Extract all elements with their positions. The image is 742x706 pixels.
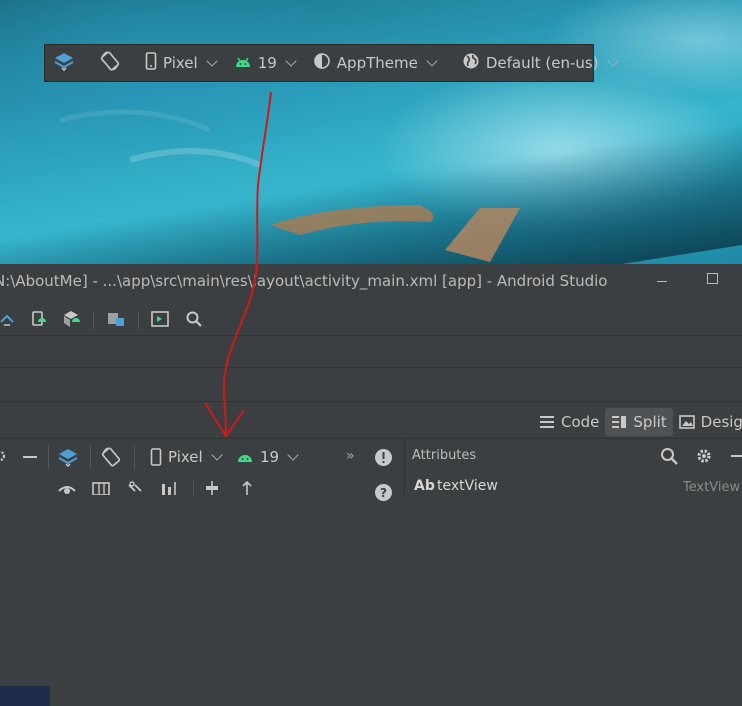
separator: [134, 445, 135, 469]
separator: [138, 311, 139, 329]
window-title: N:\AboutMe] - ...\app\src\main\res\layou…: [0, 272, 608, 290]
attributes-title: Attributes: [412, 448, 477, 463]
floating-design-toolbar: Pixel 19 AppTheme Default (en-us): [44, 44, 619, 82]
api-level-selector[interactable]: 19: [236, 439, 299, 475]
minimize-icon[interactable]: [657, 281, 667, 282]
component-class: TextView: [683, 480, 741, 495]
separator: [93, 311, 94, 329]
chevron-down-icon: [211, 449, 223, 461]
project-structure-icon[interactable]: [107, 310, 125, 328]
android-studio-window: N:\AboutMe] - ...\app\src\main\res\layou…: [0, 264, 742, 706]
device-selector[interactable]: Pixel: [137, 45, 226, 81]
chevron-down-icon: [287, 449, 299, 461]
chevron-down-icon: [285, 55, 297, 67]
separator: [193, 479, 194, 495]
rotate-icon: [99, 50, 121, 76]
sdk-manager-icon[interactable]: [62, 310, 80, 328]
maximize-icon[interactable]: [707, 273, 718, 284]
sync-project-icon[interactable]: [0, 310, 16, 328]
device-selector[interactable]: Pixel: [150, 439, 223, 475]
locale-selector[interactable]: Default (en-us): [454, 45, 627, 81]
component-type-badge: Ab: [414, 478, 435, 494]
gear-icon[interactable]: [0, 449, 8, 463]
layers-icon: [53, 51, 75, 75]
eye-icon[interactable]: [58, 483, 76, 495]
separator: [90, 445, 91, 469]
design-view-label: Design: [700, 413, 742, 431]
background-photo: [0, 0, 742, 264]
code-view-label: Code: [561, 413, 600, 431]
design-view-button[interactable]: Design: [673, 408, 742, 436]
orientation-button[interactable]: [91, 45, 129, 81]
android-icon: [238, 455, 252, 462]
design-surface-toolbar: ? Ab textView TextView: [0, 475, 742, 706]
hide-panel-icon[interactable]: [731, 455, 742, 457]
palette-strip: [0, 686, 50, 706]
phone-icon: [150, 448, 162, 466]
device-label: Pixel: [168, 448, 203, 466]
columns-icon[interactable]: [92, 482, 110, 495]
theme-selector[interactable]: AppTheme: [305, 45, 446, 81]
split-view-button[interactable]: Split: [605, 408, 673, 436]
phone-icon: [145, 52, 157, 74]
chevron-down-icon: [206, 55, 218, 67]
gear-icon[interactable]: [695, 447, 713, 465]
api-level-label: 19: [257, 54, 277, 72]
terminal-icon[interactable]: [151, 310, 169, 328]
search-icon[interactable]: [185, 310, 203, 328]
infer-constraints-icon[interactable]: [160, 481, 178, 495]
api-level-selector[interactable]: 19: [226, 45, 305, 81]
search-icon[interactable]: [660, 447, 678, 465]
help-icon[interactable]: ?: [374, 483, 393, 502]
more-options-button[interactable]: »: [346, 448, 355, 464]
chevron-down-icon: [426, 55, 438, 67]
split-view-label: Split: [633, 413, 667, 431]
split-view-icon: [612, 416, 627, 428]
separator: [48, 445, 49, 469]
svg-text:?: ?: [380, 486, 387, 500]
component-id: textView: [437, 478, 498, 494]
photo-details: [59, 109, 520, 262]
main-toolbar: [0, 303, 742, 336]
window-title-bar: N:\AboutMe] - ...\app\src\main\res\layou…: [0, 264, 742, 299]
image-icon: [678, 415, 695, 429]
code-view-button[interactable]: Code: [533, 408, 605, 436]
locale-label: Default (en-us): [485, 54, 599, 72]
hide-panel-icon[interactable]: [23, 456, 37, 458]
layers-icon[interactable]: [57, 446, 79, 468]
theme-icon: [313, 52, 331, 74]
view-mode-switcher: Code Split Design: [533, 406, 742, 438]
navigation-bar: [0, 336, 742, 368]
api-level-label: 19: [260, 448, 280, 466]
chevron-down-icon: [606, 55, 619, 67]
editor-tabs-bar: [0, 368, 742, 402]
rotate-icon[interactable]: [100, 446, 122, 468]
globe-icon: [462, 52, 480, 74]
panel-divider: [404, 475, 405, 495]
warning-icon[interactable]: [374, 448, 393, 467]
align-icon[interactable]: [203, 481, 221, 495]
guidelines-icon[interactable]: [240, 481, 254, 495]
theme-label: AppTheme: [336, 54, 418, 72]
device-label: Pixel: [163, 54, 198, 72]
layers-button[interactable]: [45, 45, 83, 81]
code-lines-icon: [540, 416, 554, 428]
android-icon: [234, 54, 252, 72]
device-manager-icon[interactable]: [29, 310, 47, 328]
clear-constraints-icon[interactable]: [126, 481, 144, 495]
